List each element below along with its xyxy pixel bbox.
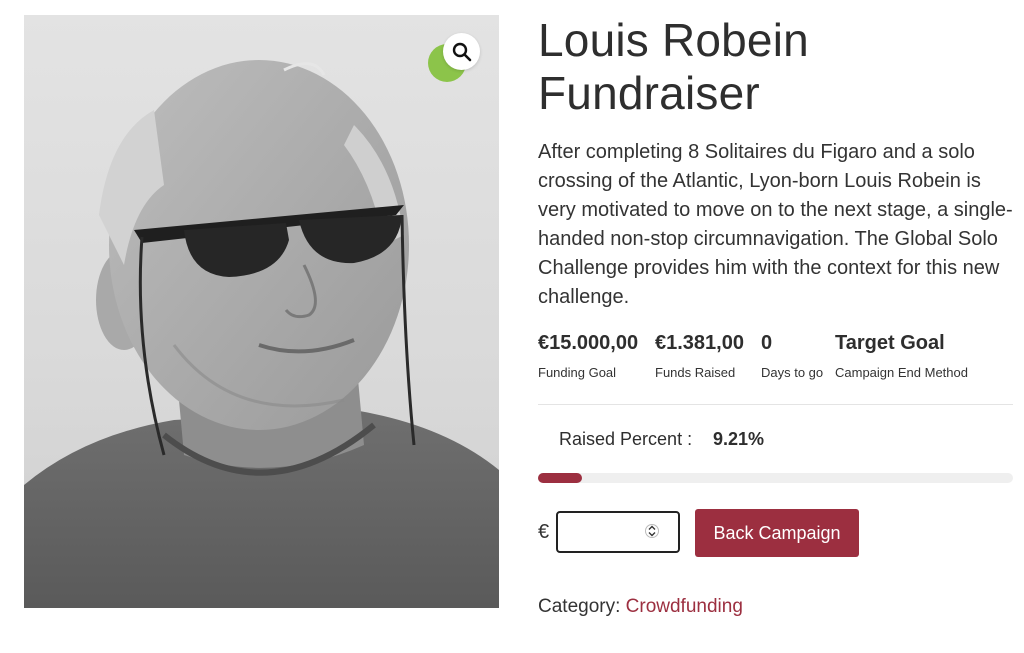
product-description: After completing 8 Solitaires du Figaro … <box>538 141 1013 308</box>
raised-percent: Raised Percent : 9.21% <box>559 428 764 450</box>
currency-symbol: € <box>538 521 550 543</box>
stat-value: Target Goal <box>835 332 945 354</box>
stat-end-method: Target Goal Campaign End Method <box>835 330 968 381</box>
stat-label: Days to go <box>761 365 824 380</box>
magnifier-icon[interactable] <box>443 33 480 70</box>
divider <box>538 404 1013 405</box>
stat-label: Funding Goal <box>538 365 617 380</box>
stat-label: Campaign End Method <box>835 365 968 380</box>
product-category: Category: Crowdfunding <box>538 596 743 618</box>
portrait-illustration <box>24 60 499 608</box>
product-image[interactable] <box>24 15 499 608</box>
stat-label: Funds Raised <box>655 365 736 380</box>
stat-days-to-go: 0 Days to go <box>761 330 823 381</box>
raised-percent-label: Raised Percent : <box>559 429 693 449</box>
page-title: Louis Robein Fundraiser <box>538 14 1013 120</box>
amount-input[interactable] <box>556 511 680 553</box>
category-link[interactable]: Crowdfunding <box>626 596 743 617</box>
category-label: Category: <box>538 596 621 617</box>
title-line-1: Louis Robein <box>538 14 809 66</box>
stat-value: €1.381,00 <box>655 332 744 354</box>
back-campaign-button[interactable]: Back Campaign <box>695 509 859 557</box>
progress-bar <box>538 473 1013 483</box>
progress-fill <box>538 473 582 483</box>
raised-percent-value: 9.21% <box>713 429 765 449</box>
stat-value: 0 <box>761 332 773 354</box>
stepper-arrows-icon[interactable] <box>645 521 659 541</box>
stat-value: €15.000,00 <box>538 332 639 354</box>
campaign-stats: €15.000,00 Funding Goal €1.381,00 Funds … <box>538 330 1013 382</box>
product-summary: Louis Robein Fundraiser After completing… <box>538 14 1013 312</box>
stat-funds-raised: €1.381,00 Funds Raised <box>655 330 744 381</box>
title-line-2: Fundraiser <box>538 67 760 119</box>
stat-funding-goal: €15.000,00 Funding Goal <box>538 330 638 381</box>
